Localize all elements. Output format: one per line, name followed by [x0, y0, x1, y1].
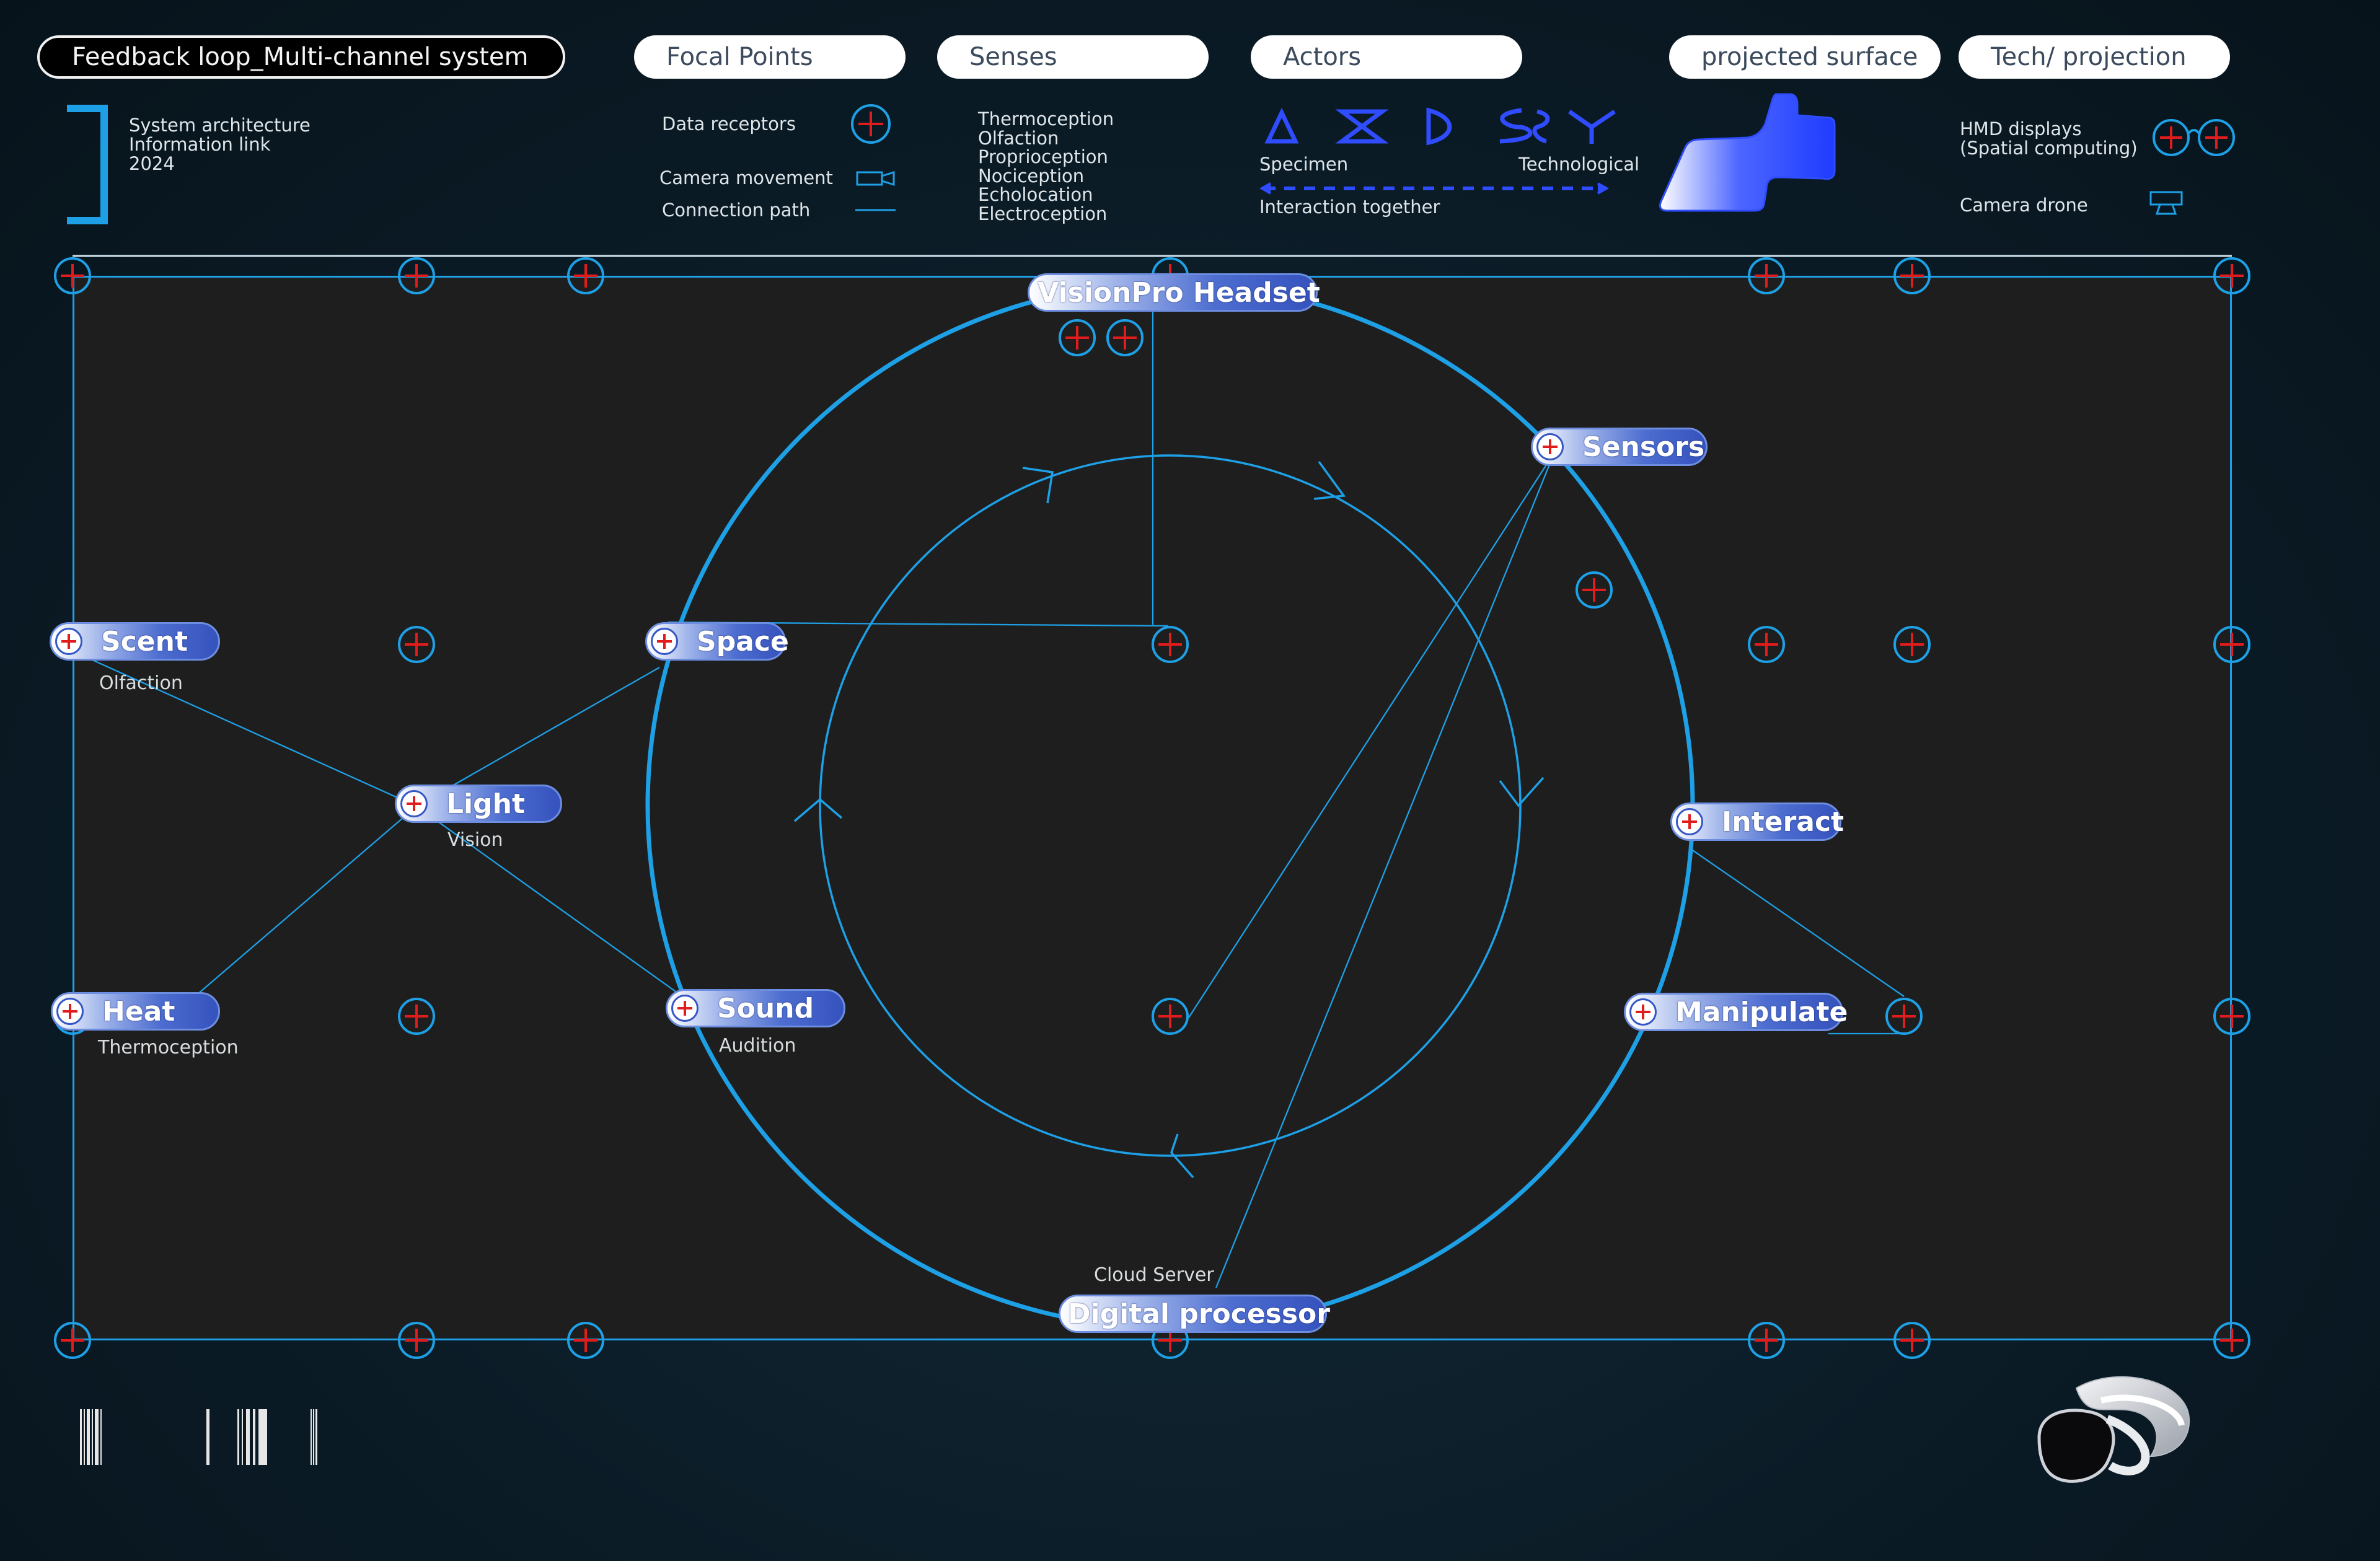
- data-receptor-icon: [1152, 626, 1189, 663]
- camera-drone-icon: [2149, 191, 2183, 215]
- node-light[interactable]: Light: [395, 785, 562, 823]
- node-interact[interactable]: Interact: [1670, 802, 1844, 841]
- triangle-icon: [1264, 107, 1299, 144]
- data-receptor-icon: [2213, 998, 2250, 1035]
- data-receptor-icon: [398, 998, 435, 1035]
- hourglass-icon: [1335, 109, 1389, 144]
- data-receptor-icon: [398, 1322, 435, 1359]
- data-receptor-icon: [398, 626, 435, 663]
- sub-audition: Audition: [719, 1035, 796, 1057]
- receptor-plus-icon: [400, 790, 428, 817]
- receptor-plus-icon: [1629, 998, 1657, 1026]
- node-space[interactable]: Space: [645, 622, 789, 661]
- receptor-plus-icon: [56, 998, 84, 1025]
- inner-loop-circle: [819, 454, 1522, 1157]
- data-receptor-icon: [567, 257, 604, 294]
- sub-vision: Vision: [447, 829, 503, 851]
- node-heat[interactable]: Heat: [51, 992, 220, 1031]
- data-receptor-icon: [1893, 1322, 1931, 1359]
- receptor-plus-icon: [55, 628, 82, 655]
- data-receptor-icon: [567, 1322, 604, 1359]
- node-sensors[interactable]: Sensors: [1531, 428, 1708, 466]
- data-receptor-icon: [54, 1322, 91, 1359]
- sub-cloud-server: Cloud Server: [1094, 1264, 1214, 1286]
- bracket-icon: [67, 105, 108, 224]
- data-receptor-icon: [1106, 319, 1144, 356]
- camera-icon: [856, 170, 895, 187]
- hmd-display-icon: [2153, 119, 2235, 156]
- data-receptor-icon: [1748, 626, 1785, 663]
- data-receptor-icon: [1893, 626, 1931, 663]
- receptor-plus-icon: [1676, 808, 1703, 835]
- data-receptor-icon: [2213, 257, 2250, 294]
- y-fork-icon: [1568, 110, 1616, 144]
- data-receptor-icon: [2213, 626, 2250, 663]
- data-receptor-icon: [851, 104, 891, 144]
- node-visionpro-headset[interactable]: VisionPro Headset: [1028, 273, 1320, 312]
- node-digital-processor[interactable]: Digital processor: [1059, 1295, 1330, 1333]
- receptor-plus-icon: [651, 628, 678, 655]
- data-receptor-icon: [1748, 257, 1785, 294]
- sub-olfaction: Olfaction: [99, 672, 183, 694]
- data-receptor-icon: [1748, 1322, 1785, 1359]
- projected-surface-shape: [1659, 93, 1836, 212]
- vision-pro-headset-image: [2037, 1376, 2190, 1483]
- double-s-icon: [1499, 108, 1550, 144]
- receptor-plus-icon: [1536, 433, 1564, 460]
- sub-thermoception: Thermoception: [98, 1037, 239, 1058]
- data-receptor-icon: [1059, 319, 1096, 356]
- data-receptor-icon: [398, 257, 435, 294]
- data-receptor-icon: [1576, 571, 1613, 609]
- barcode-graphic: [80, 1409, 317, 1465]
- data-receptor-icon: [1152, 998, 1189, 1035]
- data-receptor-icon: [1893, 257, 1931, 294]
- receptor-plus-icon: [671, 995, 699, 1022]
- data-receptor-icon: [1885, 998, 1923, 1035]
- half-moon-icon: [1426, 107, 1452, 146]
- node-scent[interactable]: Scent: [50, 622, 220, 661]
- data-receptor-icon: [2213, 1322, 2250, 1359]
- loop-arrows: [793, 460, 1545, 1179]
- node-sound[interactable]: Sound: [666, 989, 845, 1027]
- node-manipulate[interactable]: Manipulate: [1624, 993, 1848, 1031]
- data-receptor-icon: [54, 257, 91, 294]
